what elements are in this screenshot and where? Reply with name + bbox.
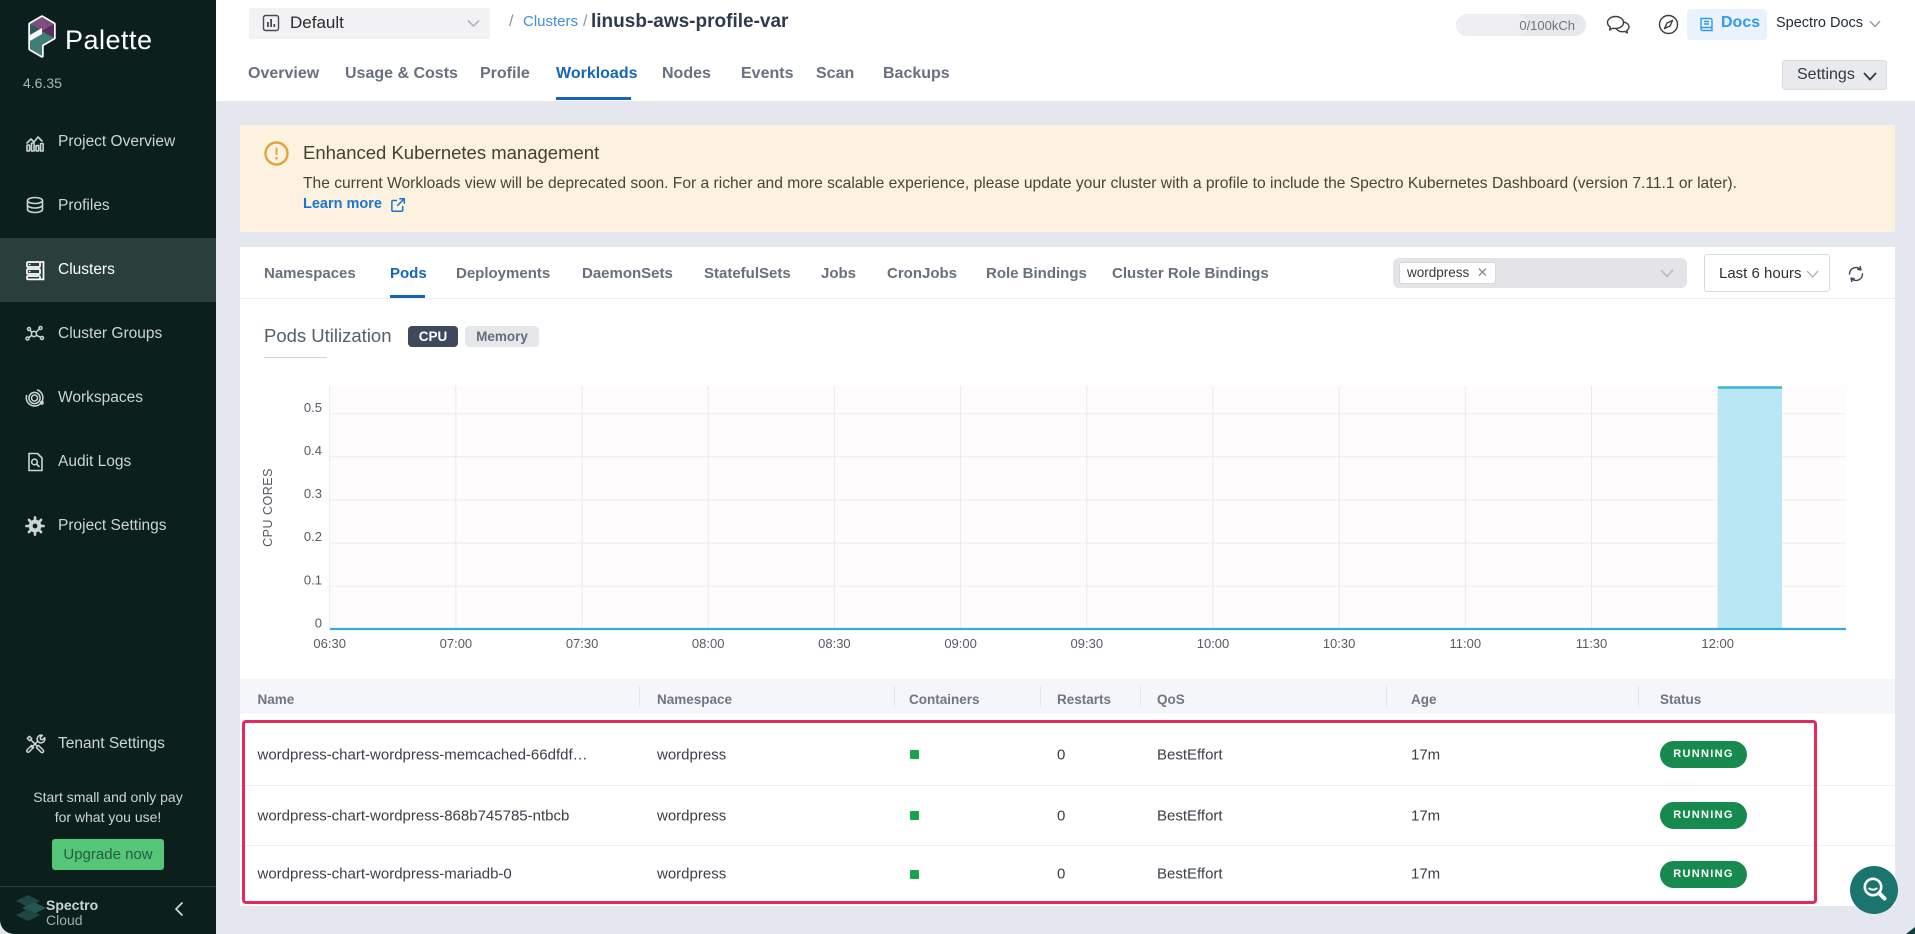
svg-text:11:30: 11:30: [1576, 636, 1608, 651]
svg-text:06:30: 06:30: [313, 636, 346, 651]
svg-text:07:00: 07:00: [440, 636, 473, 651]
svg-text:11:00: 11:00: [1450, 636, 1482, 651]
svg-text:08:00: 08:00: [692, 636, 725, 651]
svg-text:09:00: 09:00: [944, 636, 977, 651]
svg-text:08:30: 08:30: [818, 636, 851, 651]
svg-text:CPU CORES: CPU CORES: [261, 468, 275, 547]
svg-text:10:30: 10:30: [1323, 636, 1356, 651]
svg-text:0.3: 0.3: [304, 486, 322, 501]
svg-text:0.5: 0.5: [304, 400, 322, 415]
svg-text:12:00: 12:00: [1701, 636, 1734, 651]
svg-text:09:30: 09:30: [1071, 636, 1104, 651]
svg-text:0.1: 0.1: [304, 573, 322, 588]
svg-text:0: 0: [315, 616, 322, 631]
svg-text:07:30: 07:30: [566, 636, 599, 651]
svg-text:0.2: 0.2: [304, 529, 322, 544]
svg-text:10:00: 10:00: [1197, 636, 1230, 651]
svg-text:0.4: 0.4: [304, 443, 322, 458]
